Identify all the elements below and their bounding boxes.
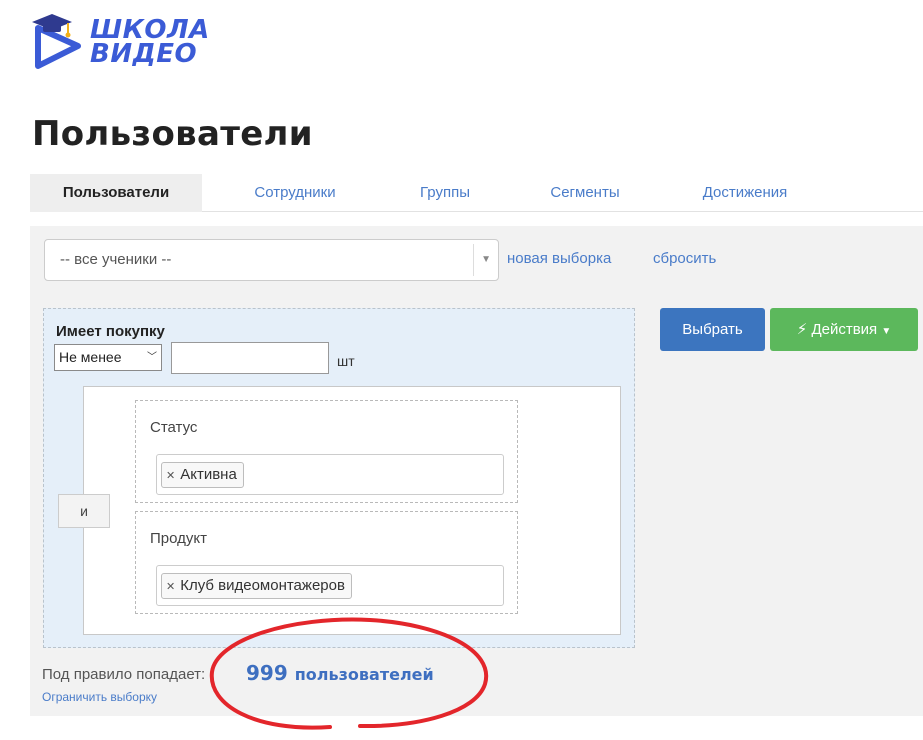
reset-link[interactable]: сбросить — [653, 239, 716, 281]
selection-dropdown[interactable]: -- все ученики -- ▼ — [44, 239, 499, 281]
logo-text: ШКОЛА ВИДЕО — [90, 17, 210, 69]
rule-count: 999 пользователей — [246, 661, 434, 685]
logo[interactable]: ШКОЛА ВИДЕО — [30, 8, 230, 78]
close-icon[interactable]: ✕ — [166, 470, 175, 482]
chevron-down-icon: ﹀ — [147, 352, 157, 363]
caret-down-icon: ▼ — [881, 326, 892, 337]
selection-value: -- все ученики -- — [60, 251, 172, 268]
comparison-select[interactable]: Не менее ﹀ — [54, 344, 162, 371]
comparison-value: Не менее — [59, 349, 122, 365]
and-operator-button[interactable]: и — [58, 494, 110, 528]
actions-button[interactable]: ⚡ Действия ▼ — [770, 308, 918, 351]
actions-label: Действия — [811, 321, 878, 338]
logo-line-2: ВИДЕО — [90, 39, 198, 69]
dropdown-divider — [473, 244, 474, 276]
play-graduation-cap-icon — [32, 14, 81, 69]
tab-bar: Пользователи Сотрудники Группы Сегменты … — [30, 174, 923, 212]
user-count: 999 — [246, 661, 288, 685]
tag-input[interactable]: ✕ Клуб видеомонтажеров — [156, 565, 504, 606]
limit-selection-link[interactable]: Ограничить выборку — [42, 690, 157, 704]
conditions-group: и Статус ✕ Активна Продукт ✕ Клуб видеомон… — [58, 386, 621, 635]
page-title: Пользователи — [32, 114, 313, 154]
condition-label: Продукт — [150, 530, 207, 547]
purchase-filter: Имеет покупку Не менее ﹀ шт и Статус ✕ Ак… — [43, 308, 635, 648]
lightning-icon: ⚡ — [796, 321, 808, 338]
tab-users[interactable]: Пользователи — [30, 174, 202, 212]
tag-label: Активна — [180, 466, 237, 483]
close-icon[interactable]: ✕ — [166, 581, 175, 593]
tag-label: Клуб видеомонтажеров — [180, 577, 345, 594]
tag-chip[interactable]: ✕ Клуб видеомонтажеров — [161, 573, 352, 599]
tag-input[interactable]: ✕ Активна — [156, 454, 504, 495]
filter-title: Имеет покупку — [56, 323, 165, 340]
filter-panel: -- все ученики -- ▼ новая выборка сброси… — [30, 226, 923, 716]
condition-label: Статус — [150, 419, 198, 436]
unit-label: шт — [337, 353, 355, 369]
tag-chip[interactable]: ✕ Активна — [161, 462, 244, 488]
tab-groups[interactable]: Группы — [390, 174, 500, 212]
tab-employees[interactable]: Сотрудники — [220, 174, 370, 212]
select-button[interactable]: Выбрать — [660, 308, 765, 351]
rule-prefix: Под правило попадает: — [42, 666, 206, 683]
condition-product: Продукт ✕ Клуб видеомонтажеров — [135, 511, 518, 614]
tab-segments[interactable]: Сегменты — [520, 174, 650, 212]
user-count-unit: пользователей — [294, 665, 434, 684]
condition-status: Статус ✕ Активна — [135, 400, 518, 503]
quantity-input[interactable] — [171, 342, 329, 374]
new-selection-link[interactable]: новая выборка — [507, 239, 611, 281]
caret-down-icon: ▼ — [481, 254, 491, 265]
tab-achievements[interactable]: Достижения — [675, 174, 815, 212]
